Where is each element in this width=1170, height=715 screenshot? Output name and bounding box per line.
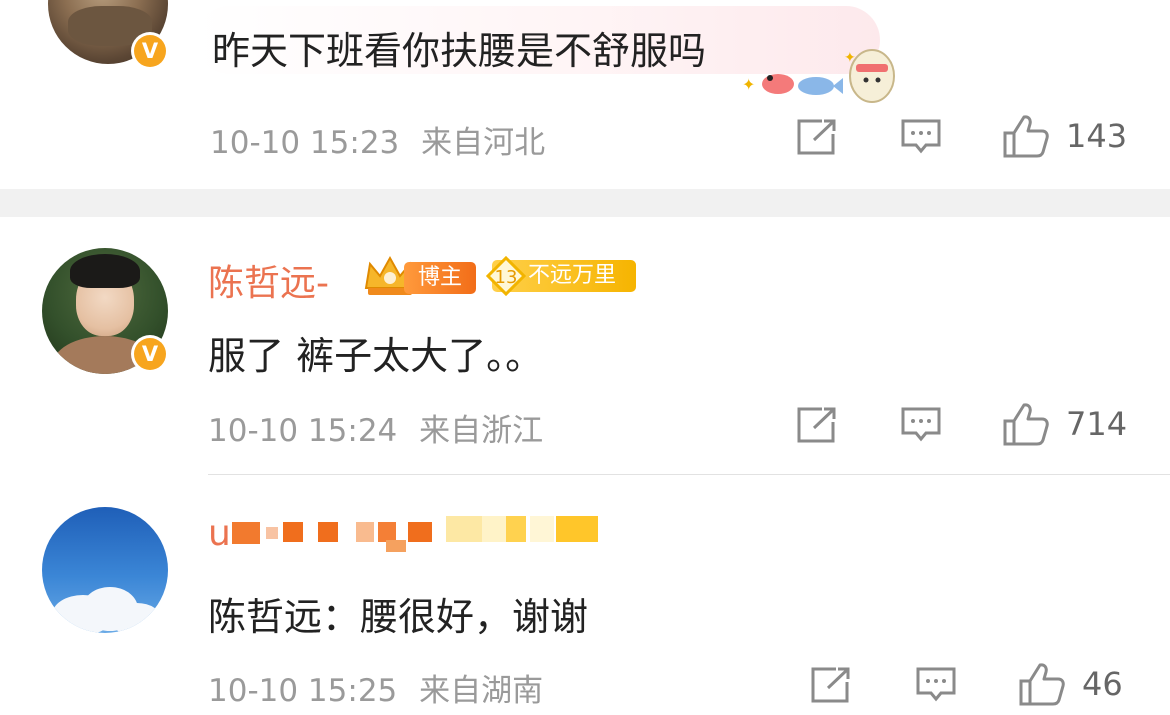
comment-icon[interactable] <box>900 406 942 444</box>
like-count: 46 <box>1082 665 1123 703</box>
comment-meta: 10-10 15:23 来自河北 <box>210 117 545 162</box>
comment-icon[interactable] <box>900 118 942 156</box>
like-action[interactable]: 46 <box>1018 661 1123 707</box>
repost-icon[interactable] <box>796 406 838 444</box>
repost-icon[interactable] <box>796 118 838 156</box>
comment-time: 10-10 15:25 <box>208 673 398 709</box>
level-number: 13 <box>494 267 518 288</box>
reply-divider <box>208 474 1170 475</box>
comment-meta: 10-10 15:25 来自湖南 <box>208 665 543 710</box>
comment-text: 昨天下班看你扶腰是不舒服吗 <box>212 29 707 73</box>
comment-location: 来自河北 <box>421 125 546 161</box>
verified-badge-icon: V <box>131 32 169 70</box>
repost-icon[interactable] <box>810 666 852 704</box>
comment-time: 10-10 15:24 <box>208 413 398 449</box>
comment-icon[interactable] <box>915 666 957 704</box>
verified-badge-icon: V <box>131 335 169 373</box>
avatar-detail <box>70 254 140 288</box>
avatar-detail <box>112 603 162 633</box>
comment-location: 来自浙江 <box>419 413 544 449</box>
comment-meta: 10-10 15:24 来自浙江 <box>208 405 543 450</box>
like-icon[interactable] <box>1002 113 1050 159</box>
like-icon[interactable] <box>1018 661 1066 707</box>
comment-location: 来自湖南 <box>419 673 544 709</box>
username[interactable]: u <box>208 513 231 554</box>
like-action[interactable]: 714 <box>1002 401 1127 447</box>
section-separator <box>0 189 1170 217</box>
comment-text: 服了 裤子太大了。。 <box>208 334 544 378</box>
svg-text:✦: ✦ <box>742 75 755 94</box>
like-icon[interactable] <box>1002 401 1050 447</box>
sticker-decoration-icon: ✦ ✦ <box>742 49 895 103</box>
comment-text: 陈哲远：腰很好，谢谢 <box>208 595 589 639</box>
user-avatar[interactable] <box>42 507 168 633</box>
blogger-badge: 博主 <box>404 262 476 294</box>
like-count: 143 <box>1066 117 1128 155</box>
comment-time: 10-10 15:23 <box>210 125 400 161</box>
like-count: 714 <box>1066 405 1128 443</box>
username[interactable]: 陈哲远- <box>208 254 329 306</box>
like-action[interactable]: 143 <box>1002 113 1127 159</box>
